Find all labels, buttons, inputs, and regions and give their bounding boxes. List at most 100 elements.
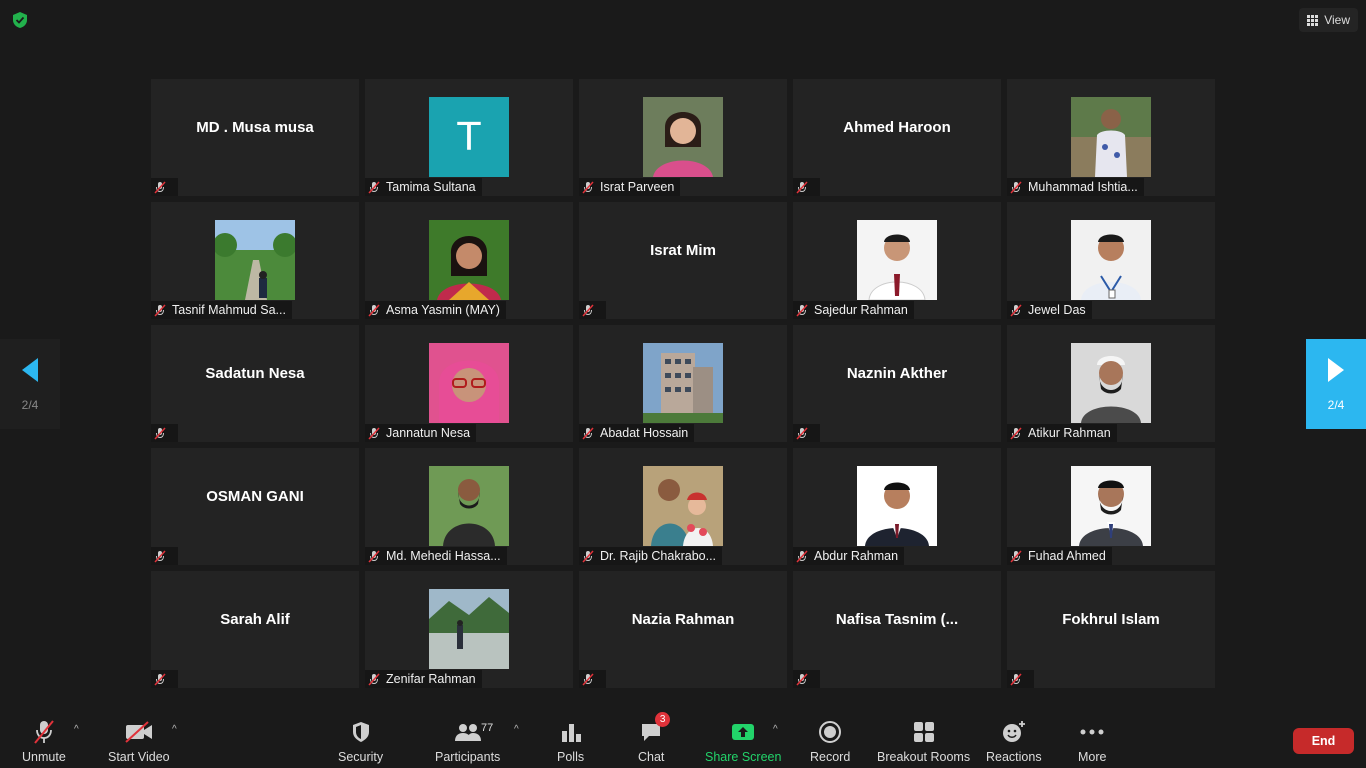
muted-mic-icon [1010, 426, 1022, 440]
participant-tile[interactable]: Asma Yasmin (MAY) [365, 202, 573, 319]
participant-tile[interactable]: Nazia Rahman [579, 571, 787, 688]
participant-tile[interactable]: Abdur Rahman [793, 448, 1001, 565]
start-video-button[interactable]: Start Video [108, 718, 170, 764]
breakout-rooms-button[interactable]: Breakout Rooms [877, 718, 970, 764]
grid-view-icon [1307, 14, 1319, 26]
shield-icon[interactable] [10, 10, 30, 30]
participant-name-label [151, 547, 178, 565]
participant-tile[interactable]: Muhammad Ishtia... [1007, 79, 1215, 196]
participant-name-label [151, 670, 178, 688]
page-indicator: 2/4 [21, 398, 39, 412]
participant-name: Tasnif Mahmud Sa... [172, 303, 286, 317]
participant-avatar [1071, 220, 1151, 300]
participant-name-label [793, 670, 820, 688]
arrow-left-icon [22, 358, 38, 382]
muted-mic-icon [154, 180, 166, 194]
participant-name: Jannatun Nesa [386, 426, 471, 440]
share-screen-button[interactable]: Share Screen [705, 718, 781, 764]
previous-page-button[interactable]: 2/4 [0, 339, 60, 429]
view-label: View [1324, 13, 1350, 27]
participants-options-caret[interactable]: ^ [514, 724, 519, 735]
muted-mic-icon [796, 180, 808, 194]
share-options-caret[interactable]: ^ [773, 724, 778, 735]
participant-tile[interactable]: Jannatun Nesa [365, 325, 573, 442]
share-screen-icon [730, 718, 756, 746]
participant-display-name: Naznin Akther [846, 365, 948, 382]
polls-button[interactable]: Polls [557, 718, 584, 764]
participant-tile[interactable]: Zenifar Rahman [365, 571, 573, 688]
shield-icon [350, 718, 372, 746]
participant-tile[interactable]: Nafisa Tasnim (... [793, 571, 1001, 688]
participant-display-name: Nafisa Tasnim (... [835, 611, 959, 628]
video-off-icon [124, 718, 154, 746]
participant-tile[interactable]: Israt Parveen [579, 79, 787, 196]
reactions-button[interactable]: Reactions [986, 718, 1042, 764]
muted-mic-icon [582, 549, 594, 563]
participant-name-label [793, 178, 820, 196]
participant-tile[interactable]: Abadat Hossain [579, 325, 787, 442]
participant-tile[interactable]: Naznin Akther [793, 325, 1001, 442]
participant-tile[interactable]: Fuhad Ahmed [1007, 448, 1215, 565]
participant-name: Atikur Rahman [1028, 426, 1111, 440]
participant-name-label: Abadat Hossain [579, 424, 695, 442]
participant-tile[interactable]: Jewel Das [1007, 202, 1215, 319]
participant-tile[interactable]: Atikur Rahman [1007, 325, 1215, 442]
muted-mic-icon [368, 303, 380, 317]
participant-avatar [429, 589, 509, 669]
participant-tile[interactable]: Tasnif Mahmud Sa... [151, 202, 359, 319]
participant-display-name: MD . Musa musa [196, 119, 314, 136]
participant-name-label: Abdur Rahman [793, 547, 905, 565]
participant-display-name: Sarah Alif [220, 611, 290, 628]
participant-avatar [215, 220, 295, 300]
participant-display-name: Nazia Rahman [631, 611, 735, 628]
muted-mic-icon [154, 426, 166, 440]
record-button[interactable]: Record [810, 718, 850, 764]
participant-avatar [1071, 97, 1151, 177]
participant-name: Md. Mehedi Hassa... [386, 549, 501, 563]
participant-tile[interactable]: T Tamima Sultana [365, 79, 573, 196]
audio-options-caret[interactable]: ^ [74, 724, 79, 735]
view-button[interactable]: View [1299, 8, 1358, 32]
more-button[interactable]: More [1078, 718, 1106, 764]
muted-mic-icon [796, 549, 808, 563]
participant-tile[interactable]: Sadatun Nesa [151, 325, 359, 442]
participant-name-label: Jannatun Nesa [365, 424, 477, 442]
participant-avatar [643, 466, 723, 546]
participant-name-label [579, 301, 606, 319]
participant-tile[interactable]: Sarah Alif [151, 571, 359, 688]
unmute-button[interactable]: Unmute [22, 718, 66, 764]
participant-tile[interactable]: Fokhrul Islam [1007, 571, 1215, 688]
participants-button[interactable]: 77 Participants [435, 718, 500, 764]
muted-mic-icon [1010, 180, 1022, 194]
participant-name-label [793, 424, 820, 442]
participant-tile[interactable]: Ahmed Haroon [793, 79, 1001, 196]
participant-tile[interactable]: Dr. Rajib Chakrabo... [579, 448, 787, 565]
video-options-caret[interactable]: ^ [172, 724, 177, 735]
participant-name: Zenifar Rahman [386, 672, 476, 686]
muted-mic-icon [368, 549, 380, 563]
participant-tile[interactable]: Md. Mehedi Hassa... [365, 448, 573, 565]
participant-name-label: Israt Parveen [579, 178, 681, 196]
muted-mic-icon [368, 426, 380, 440]
next-page-button[interactable]: 2/4 [1306, 339, 1366, 429]
participant-name-label: Md. Mehedi Hassa... [365, 547, 507, 565]
avatar-letter: T [457, 115, 481, 159]
participant-tile[interactable]: Israt Mim [579, 202, 787, 319]
security-button[interactable]: Security [338, 718, 383, 764]
meeting-toolbar: Unmute ^ Start Video ^ Security 77 Parti… [0, 712, 1366, 768]
end-meeting-button[interactable]: End [1293, 728, 1354, 754]
muted-mic-icon [796, 303, 808, 317]
participant-avatar [1071, 343, 1151, 423]
participant-tile[interactable]: MD . Musa musa [151, 79, 359, 196]
reactions-icon [1001, 718, 1027, 746]
participant-tile[interactable]: OSMAN GANI [151, 448, 359, 565]
arrow-right-icon [1328, 358, 1344, 382]
participant-name-label [151, 178, 178, 196]
polls-icon [560, 718, 582, 746]
participant-avatar [429, 343, 509, 423]
participant-tile[interactable]: Sajedur Rahman [793, 202, 1001, 319]
participant-avatar [429, 466, 509, 546]
muted-mic-icon [368, 672, 380, 686]
chat-button[interactable]: 3 Chat [638, 712, 671, 764]
participant-name-label: Sajedur Rahman [793, 301, 914, 319]
